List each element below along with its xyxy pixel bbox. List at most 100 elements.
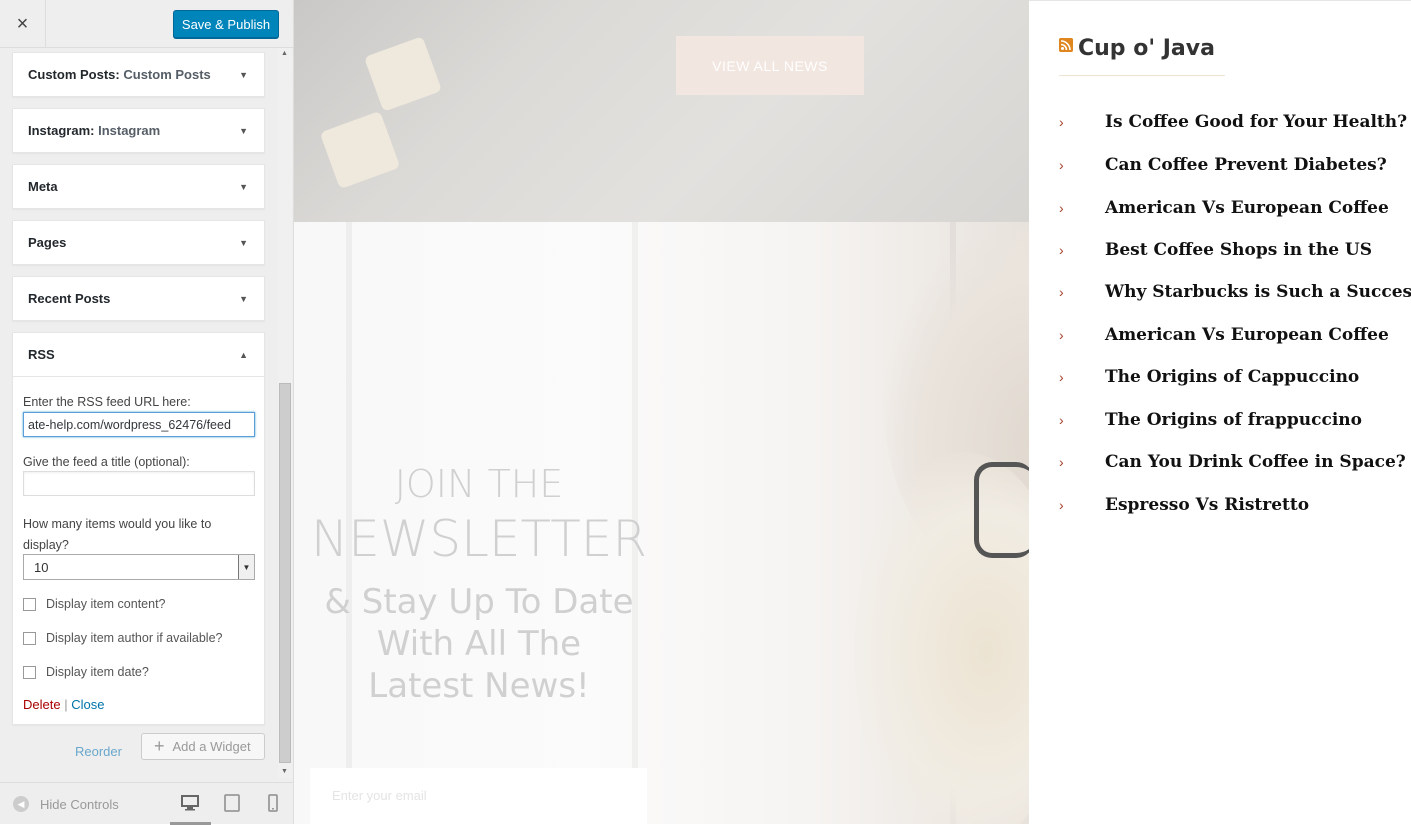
display-author-checkbox[interactable] [23, 631, 36, 645]
display-content-label: Display item content? [46, 597, 166, 611]
widget-header[interactable]: Pages ▼ [13, 221, 264, 264]
caret-down-icon[interactable]: ▼ [239, 70, 248, 80]
widget-header[interactable]: Recent Posts ▼ [13, 277, 264, 320]
feed-item-link[interactable]: Is Coffee Good for Your Health? [1105, 112, 1407, 132]
caret-down-icon[interactable]: ▼ [239, 182, 248, 192]
display-date-checkbox[interactable] [23, 665, 36, 679]
reorder-widgets-link[interactable]: Reorder [75, 744, 122, 759]
feed-item-link[interactable]: Espresso Vs Ristretto [1105, 495, 1309, 515]
widget-actions: Delete | Close [23, 697, 104, 712]
hide-controls-button[interactable]: ◀ Hide Controls [13, 796, 119, 812]
widget-header[interactable]: Instagram: Instagram ▼ [13, 109, 264, 152]
newsletter-email-input[interactable]: Enter your email [310, 768, 647, 824]
widget-instagram[interactable]: Instagram: Instagram ▼ [12, 108, 265, 153]
feed-title-input[interactable] [23, 471, 255, 496]
news-section-background: VIEW ALL NEWS [294, 0, 1029, 222]
add-widget-label: Add a Widget [172, 739, 251, 754]
caret-down-icon[interactable]: ▼ [239, 238, 248, 248]
feed-item-link[interactable]: The Origins of frappuccino [1105, 410, 1362, 430]
rss-url-input[interactable] [23, 412, 255, 437]
feed-item-link[interactable]: Can You Drink Coffee in Space? [1105, 452, 1406, 472]
email-placeholder: Enter your email [332, 788, 427, 803]
desktop-preview-icon[interactable] [180, 793, 200, 813]
chevron-right-icon: › [1059, 284, 1064, 300]
widget-header[interactable]: Meta ▼ [13, 165, 264, 208]
tablet-preview-icon[interactable] [222, 793, 242, 813]
display-author-option[interactable]: Display item author if available? [23, 631, 222, 645]
display-date-option[interactable]: Display item date? [23, 665, 149, 679]
feed-item: › Espresso Vs Ristretto [1059, 493, 1309, 517]
caret-down-icon[interactable]: ▼ [239, 126, 248, 136]
display-author-label: Display item author if available? [46, 631, 223, 645]
sugar-cube-image [319, 110, 401, 190]
title-underline [1059, 75, 1225, 76]
feed-item: › American Vs European Coffee [1059, 196, 1389, 220]
widget-header[interactable]: Custom Posts: Custom Posts ▼ [13, 53, 264, 96]
customizer-sidebar: × Save & Publish Custom Posts: Custom Po… [0, 0, 294, 825]
close-widget-link[interactable]: Close [71, 697, 104, 712]
chevron-right-icon: › [1059, 369, 1064, 385]
widget-title: Recent Posts [28, 291, 111, 306]
feed-item-link[interactable]: Can Coffee Prevent Diabetes? [1105, 155, 1387, 175]
feed-item-link[interactable]: American Vs European Coffee [1105, 198, 1389, 218]
chevron-right-icon: › [1059, 327, 1064, 343]
feed-item: › The Origins of frappuccino [1059, 408, 1362, 432]
feed-item-link[interactable]: Best Coffee Shops in the US [1105, 240, 1372, 260]
feed-item-link[interactable]: The Origins of Cappuccino [1105, 367, 1359, 387]
customizer-footer: ◀ Hide Controls [0, 782, 293, 825]
widget-divider [1029, 0, 1411, 1]
feed-item: › Can You Drink Coffee in Space? [1059, 450, 1406, 474]
feed-item: › American Vs European Coffee [1059, 323, 1389, 347]
caret-down-icon[interactable]: ▼ [239, 294, 248, 304]
add-widget-button[interactable]: + Add a Widget [141, 733, 265, 760]
widget-subtitle: Instagram [98, 123, 161, 138]
feed-item-link[interactable]: American Vs European Coffee [1105, 325, 1389, 345]
feed-title-label: Give the feed a title (optional): [23, 455, 190, 469]
hide-controls-label: Hide Controls [40, 796, 119, 812]
display-date-label: Display item date? [46, 665, 149, 679]
newsletter-subheading-line1: & Stay Up To Date [324, 582, 634, 622]
dropdown-arrow-icon[interactable]: ▼ [238, 555, 254, 579]
items-count-label: How many items would you like to display… [23, 517, 212, 552]
feed-item-link[interactable]: Why Starbucks is Such a Success? [1105, 282, 1411, 302]
close-customizer-button[interactable]: × [0, 0, 46, 48]
chevron-right-icon: › [1059, 157, 1064, 173]
scroll-up-icon[interactable]: ▲ [281, 50, 288, 57]
view-all-news-button[interactable]: VIEW ALL NEWS [676, 36, 864, 95]
chevron-right-icon: › [1059, 114, 1064, 130]
site-preview: VIEW ALL NEWS JOIN THE NEWSLETTER & Stay… [294, 0, 1029, 824]
widget-title: RSS [28, 347, 55, 362]
widget-title: Instagram: [28, 123, 95, 138]
actions-separator: | [64, 697, 68, 712]
widget-header[interactable]: RSS ▲ [13, 333, 264, 376]
mobile-preview-icon[interactable] [263, 793, 283, 813]
glasses-image [974, 462, 1029, 558]
widget-meta[interactable]: Meta ▼ [12, 164, 265, 209]
feed-item: › Is Coffee Good for Your Health? [1059, 110, 1407, 134]
chevron-right-icon: › [1059, 497, 1064, 513]
widget-recent-posts[interactable]: Recent Posts ▼ [12, 276, 265, 321]
delete-widget-link[interactable]: Delete [23, 697, 61, 712]
display-content-option[interactable]: Display item content? [23, 597, 166, 611]
widgets-panel: Custom Posts: Custom Posts ▼ Instagram: … [0, 48, 278, 778]
scroll-down-icon[interactable]: ▼ [281, 768, 288, 775]
feed-item: › The Origins of Cappuccino [1059, 365, 1359, 389]
feed-item: › Can Coffee Prevent Diabetes? [1059, 153, 1387, 177]
rss-icon[interactable] [1059, 38, 1073, 52]
widget-title: Pages [28, 235, 67, 250]
widget-rss: RSS ▲ Enter the RSS feed URL here: Give … [12, 332, 265, 725]
rss-widget-form: Enter the RSS feed URL here: Give the fe… [13, 376, 264, 724]
newsletter-heading-line1: JOIN THE [394, 462, 564, 506]
scrollbar-thumb[interactable] [279, 383, 291, 763]
newsletter-subheading-line3: Latest News! [368, 666, 590, 706]
rss-feed-title[interactable]: Cup o' Java [1078, 36, 1215, 61]
save-publish-button[interactable]: Save & Publish [173, 10, 279, 38]
widget-pages[interactable]: Pages ▼ [12, 220, 265, 265]
panel-scrollbar[interactable]: ▲ ▼ [278, 48, 292, 778]
rss-url-label: Enter the RSS feed URL here: [23, 395, 191, 409]
items-count-select[interactable]: 10 ▼ [23, 554, 255, 580]
display-content-checkbox[interactable] [23, 597, 36, 611]
widget-custom-posts[interactable]: Custom Posts: Custom Posts ▼ [12, 52, 265, 97]
chevron-right-icon: › [1059, 242, 1064, 258]
caret-up-icon[interactable]: ▲ [239, 350, 248, 360]
